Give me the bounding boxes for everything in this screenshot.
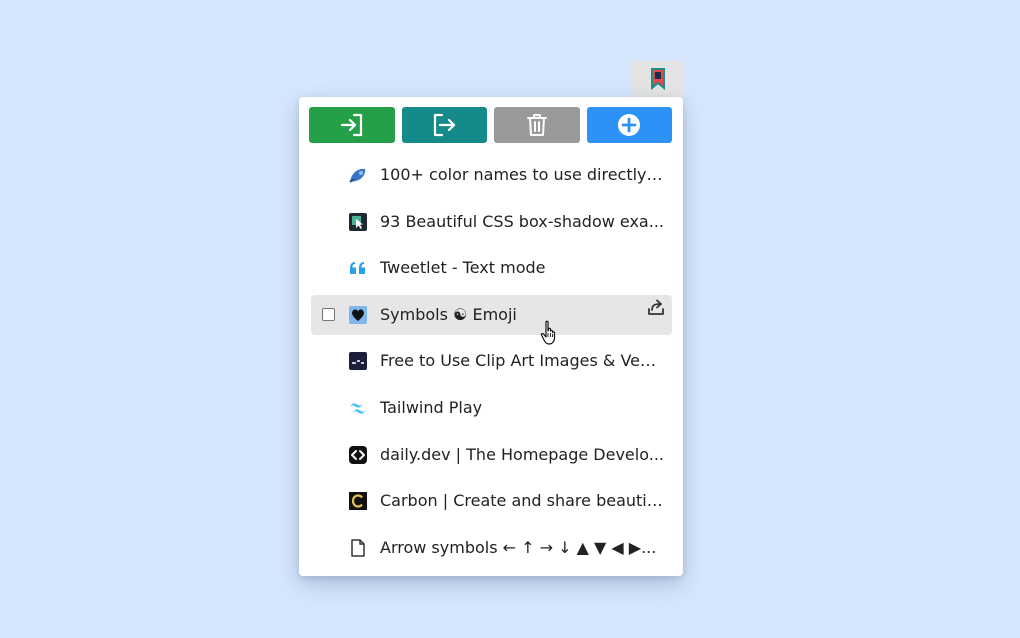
bookmark-extension-icon[interactable]: [631, 61, 684, 97]
add-bookmark-button[interactable]: [586, 107, 672, 143]
bookmark-list: 100+ color names to use directly ... 93 …: [311, 155, 672, 574]
plus-circle-icon: [618, 114, 641, 136]
heart-icon: [348, 305, 368, 325]
bookmark-title: Carbon | Create and share beautif...: [380, 491, 664, 511]
quote-icon: [348, 258, 368, 278]
bookmark-icon: [650, 68, 665, 90]
bookmark-title: Free to Use Clip Art Images & Vec...: [380, 351, 664, 371]
bookmark-item[interactable]: Arrow symbols ← ↑ → ↓ ▲ ▼ ◀ ▶...: [311, 528, 672, 568]
trash-icon: [526, 114, 547, 136]
bookmark-title: daily.dev | The Homepage Develo...: [380, 444, 664, 464]
bookmark-item-hovered[interactable]: Symbols ☯ Emoji: [311, 294, 672, 335]
bookmark-title: Symbols ☯ Emoji: [380, 304, 517, 324]
document-icon: [348, 538, 368, 558]
bookmark-item[interactable]: Tweetlet - Text mode: [311, 248, 672, 288]
openclipart-icon: [348, 351, 368, 371]
paint-brush-icon: [348, 165, 368, 185]
bookmark-item[interactable]: 93 Beautiful CSS box-shadow exa...: [311, 202, 672, 242]
bookmark-title: 93 Beautiful CSS box-shadow exa...: [380, 211, 664, 231]
sign-out-icon: [434, 113, 456, 137]
bookmark-title: Tweetlet - Text mode: [380, 258, 546, 278]
bookmark-item[interactable]: Carbon | Create and share beautif...: [311, 481, 672, 521]
import-button[interactable]: [309, 107, 395, 143]
dailydev-icon: [348, 445, 368, 465]
delete-button[interactable]: [494, 107, 580, 143]
bookmark-item[interactable]: 100+ color names to use directly ...: [311, 155, 672, 195]
bookmark-item[interactable]: daily.dev | The Homepage Develo...: [311, 435, 672, 475]
bookmarks-popup: 100+ color names to use directly ... 93 …: [299, 97, 683, 576]
tailwind-icon: [348, 398, 368, 418]
bookmark-item[interactable]: Free to Use Clip Art Images & Vec...: [311, 341, 672, 381]
cursor-box-icon: [348, 212, 368, 232]
carbon-icon: [348, 491, 368, 511]
share-icon[interactable]: [646, 297, 666, 317]
toolbar: [309, 107, 672, 143]
bookmark-title: Arrow symbols ← ↑ → ↓ ▲ ▼ ◀ ▶...: [380, 537, 657, 557]
bookmark-item[interactable]: Tailwind Play: [311, 388, 672, 428]
select-checkbox[interactable]: [322, 307, 335, 321]
export-button[interactable]: [401, 107, 487, 143]
bookmark-title: Tailwind Play: [380, 397, 483, 417]
sign-in-icon: [340, 113, 362, 137]
hand-pointer-cursor: [540, 320, 560, 346]
bookmark-title: 100+ color names to use directly ...: [380, 165, 664, 184]
